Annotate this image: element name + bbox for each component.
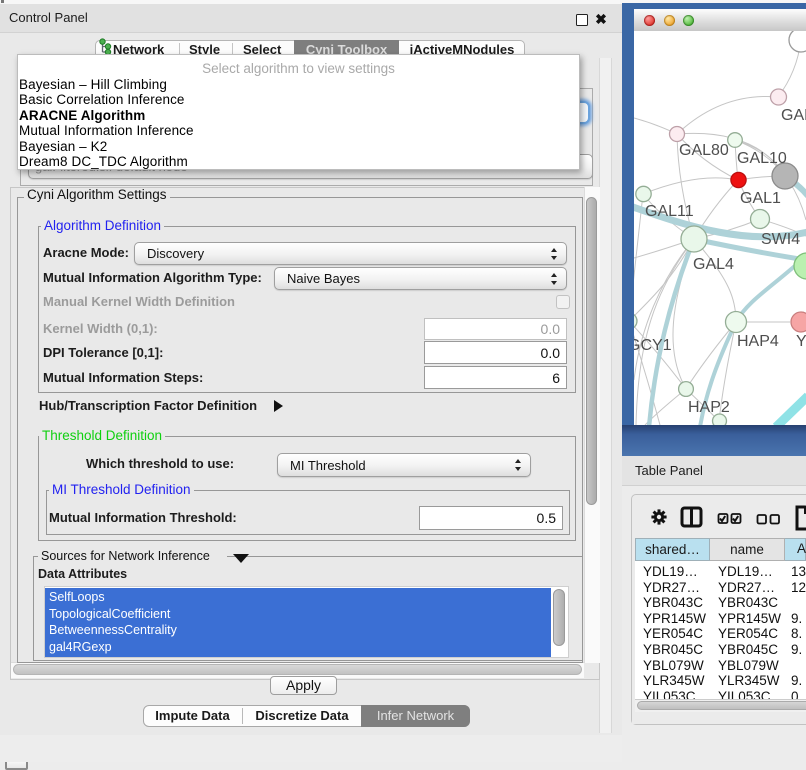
svg-text:GAL80: GAL80 (679, 142, 729, 159)
svg-text:GAL4: GAL4 (693, 256, 734, 273)
svg-text:Y: Y (796, 333, 806, 350)
svg-text:HAP4: HAP4 (737, 333, 779, 350)
svg-text:HAP2: HAP2 (688, 399, 730, 416)
svg-text:GAL1: GAL1 (740, 190, 781, 207)
svg-text:GAL10: GAL10 (737, 150, 787, 167)
svg-text:GAL: GAL (781, 107, 806, 124)
svg-text:GCY1: GCY1 (634, 337, 672, 354)
svg-text:GAL11: GAL11 (645, 203, 694, 220)
svg-text:SWI4: SWI4 (761, 231, 800, 248)
